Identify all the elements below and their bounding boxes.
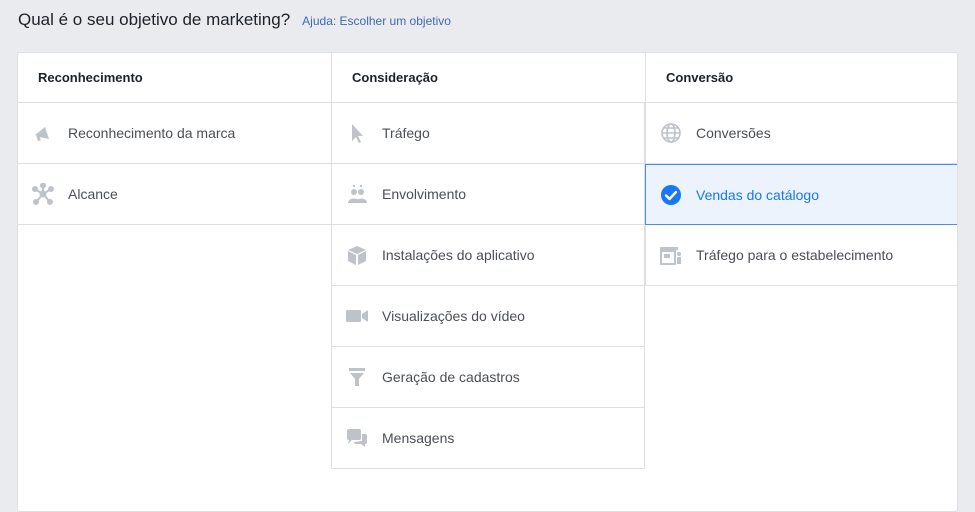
objective-label: Instalações do aplicativo	[382, 247, 535, 263]
objectives-panel: Reconhecimento Reconhecimento da marca A…	[17, 52, 958, 512]
objective-store-traffic[interactable]: Tráfego para o estabelecimento	[645, 225, 957, 286]
store-icon	[659, 243, 683, 267]
objective-traffic[interactable]: Tráfego	[331, 103, 645, 164]
objective-label: Tráfego para o estabelecimento	[696, 247, 894, 263]
objective-engagement[interactable]: Envolvimento	[331, 164, 645, 225]
objective-reach[interactable]: Alcance	[18, 164, 331, 225]
reach-icon	[31, 182, 55, 206]
objective-messages[interactable]: Mensagens	[331, 408, 645, 469]
objective-conversions[interactable]: Conversões	[645, 103, 957, 164]
page-title: Qual é o seu objetivo de marketing?	[18, 10, 291, 29]
objective-label: Vendas do catálogo	[696, 186, 819, 203]
chat-bubbles-icon	[345, 426, 369, 450]
megaphone-icon	[31, 121, 55, 145]
objective-app-installs[interactable]: Instalações do aplicativo	[331, 225, 645, 286]
check-circle-icon	[659, 183, 683, 207]
column-header-consideration: Consideração	[331, 53, 645, 103]
objective-video-views[interactable]: Visualizações do vídeo	[331, 286, 645, 347]
column-header-conversion: Conversão	[645, 53, 957, 103]
objective-label: Alcance	[68, 186, 118, 202]
objective-label: Tráfego	[382, 125, 430, 141]
globe-icon	[659, 121, 683, 145]
page-header: Qual é o seu objetivo de marketing? Ajud…	[18, 10, 451, 30]
objective-catalog-sales[interactable]: Vendas do catálogo	[645, 164, 957, 225]
objective-label: Mensagens	[382, 430, 455, 446]
objective-lead-generation[interactable]: Geração de cadastros	[331, 347, 645, 408]
objective-label: Envolvimento	[382, 186, 467, 202]
box-icon	[345, 243, 369, 267]
objective-label: Reconhecimento da marca	[68, 125, 236, 141]
objective-label: Geração de cadastros	[382, 369, 520, 385]
cursor-icon	[345, 121, 369, 145]
people-icon	[345, 182, 369, 206]
objective-label: Visualizações do vídeo	[382, 308, 525, 324]
funnel-icon	[345, 365, 369, 389]
help-link[interactable]: Ajuda: Escolher um objetivo	[302, 14, 451, 28]
column-conversion: Conversão Conversões Vendas do catálogo …	[645, 53, 957, 286]
column-consideration: Consideração Tráfego Envolvimento Instal…	[331, 53, 645, 469]
column-awareness: Reconhecimento Reconhecimento da marca A…	[18, 53, 331, 225]
column-header-awareness: Reconhecimento	[18, 53, 331, 103]
objective-brand-awareness[interactable]: Reconhecimento da marca	[18, 103, 331, 164]
video-camera-icon	[345, 304, 369, 328]
objective-label: Conversões	[696, 125, 771, 141]
